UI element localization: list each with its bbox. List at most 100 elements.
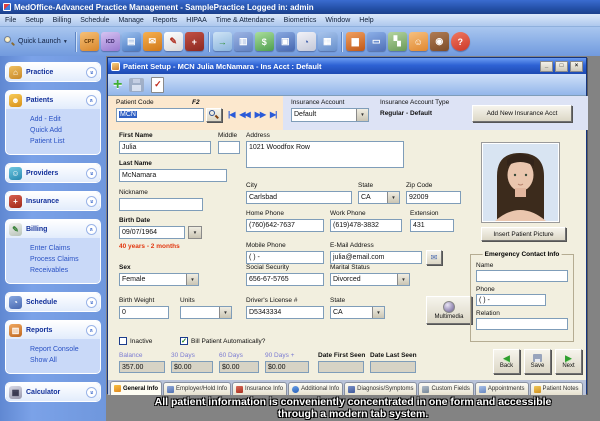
icd-codes-icon[interactable]: ICD [101, 32, 120, 51]
sidebar-header-patients[interactable]: ☻ Patients » [6, 91, 100, 109]
emergency-phone-input[interactable]: ( ) - [476, 294, 546, 306]
tasks-icon[interactable]: ✓ [151, 77, 164, 93]
birth-date-input[interactable]: 09/07/1964 [119, 226, 185, 239]
zip-code-input[interactable]: 92009 [406, 191, 461, 204]
first-name-input[interactable]: Julia [119, 141, 211, 154]
emergency-name-input[interactable] [476, 270, 568, 282]
close-button[interactable]: × [570, 61, 583, 72]
chevron-up-icon[interactable]: » [86, 95, 97, 106]
middle-input[interactable] [218, 141, 240, 154]
network-users-icon[interactable]: ▚ [388, 32, 407, 51]
drivers-license-input[interactable]: D5343334 [246, 306, 324, 319]
address-input[interactable]: 1021 Woodfox Row [246, 141, 404, 168]
sidebar-item-add-edit[interactable]: Add - Edit [30, 116, 100, 123]
sidebar-header-billing[interactable]: ✎ Billing » [6, 220, 100, 238]
last-name-input[interactable]: McNamara [119, 169, 227, 182]
email-input[interactable]: julia@email.com [330, 251, 422, 264]
sidebar-header-schedule[interactable]: ◔ Schedule » [6, 293, 100, 311]
menu-biometrics[interactable]: Biometrics [284, 17, 317, 24]
messages-icon[interactable]: ✉ [143, 32, 162, 51]
medical-kit-icon[interactable]: + [185, 32, 204, 51]
menu-help[interactable]: Help [359, 17, 373, 24]
reports-chart-icon[interactable]: ▆ [346, 32, 365, 51]
next-button[interactable]: ▶ Next [555, 349, 582, 374]
tab-general-info[interactable]: General Info [110, 381, 162, 395]
tab-employer-hold-info[interactable]: Employer/Hold Info [163, 382, 231, 395]
cpt-codes-icon[interactable]: CPT [80, 32, 99, 51]
save-icon[interactable] [129, 78, 144, 92]
sidebar-header-calculator[interactable]: ▦ Calculator » [6, 383, 100, 401]
marital-status-select[interactable]: Divorced ▼ [330, 273, 410, 286]
sidebar-header-insurance[interactable]: + Insurance » [6, 192, 100, 210]
patient-search-button[interactable] [206, 108, 222, 122]
patient-record-icon[interactable]: ▤ [122, 32, 141, 51]
quick-launch-dropdown-icon[interactable]: ▼ [63, 39, 68, 45]
sidebar-item-report-console[interactable]: Report Console [30, 346, 100, 353]
patient-code-input[interactable]: MCN [116, 108, 204, 122]
multimedia-button[interactable]: Multimedia [426, 296, 472, 324]
sex-select[interactable]: Female ▼ [119, 273, 199, 286]
menu-setup[interactable]: Setup [25, 17, 43, 24]
birth-date-dropdown-button[interactable]: ▼ [188, 226, 202, 239]
tab-insurance-info[interactable]: Insurance Info [232, 382, 287, 395]
chevron-up-icon[interactable]: » [86, 224, 97, 235]
search-icon[interactable] [4, 36, 15, 47]
tab-patient-notes[interactable]: Patient Notes [530, 382, 583, 395]
charting-icon[interactable]: ✎ [164, 32, 183, 51]
quick-launch-label[interactable]: Quick Launch [18, 38, 61, 45]
menu-time-attendance[interactable]: Time & Attendance [216, 17, 275, 24]
units-select[interactable]: ▼ [180, 306, 232, 319]
sidebar-item-process-claims[interactable]: Process Claims [30, 256, 100, 263]
statements-icon[interactable]: $ [255, 32, 274, 51]
tab-diagnosis-symptoms[interactable]: Diagnosis/Symptoms [344, 382, 417, 395]
state-select[interactable]: CA ▼ [358, 191, 400, 204]
chevron-down-icon[interactable]: » [86, 67, 97, 78]
tab-appointments[interactable]: Appointments [475, 382, 529, 395]
billing-station-icon[interactable]: ▥ [234, 32, 253, 51]
insurance-account-select[interactable]: Default ▼ [291, 108, 369, 122]
biometrics-icon[interactable]: ◉ [430, 32, 449, 51]
city-input[interactable]: Carlsbad [246, 191, 352, 204]
back-button[interactable]: ◀ Back [493, 349, 520, 374]
mobile-phone-input[interactable]: ( ) - [246, 251, 324, 264]
emergency-relation-input[interactable] [476, 318, 568, 330]
send-email-button[interactable]: ✉ [426, 250, 442, 265]
sidebar-item-enter-claims[interactable]: Enter Claims [30, 245, 100, 252]
schedule-grid-icon[interactable]: ▦ [318, 32, 337, 51]
insert-patient-picture-button[interactable]: Insert Patient Picture [481, 227, 566, 241]
nav-next-button[interactable]: ▶▶ [255, 110, 265, 119]
sidebar-item-patient-list[interactable]: Patient List [30, 138, 100, 145]
save-button[interactable]: Save [524, 349, 551, 374]
menu-hipaa[interactable]: HIPAA [186, 17, 207, 24]
tab-additional-info[interactable]: Additional Info [288, 382, 343, 395]
sidebar-item-quick-add[interactable]: Quick Add [30, 127, 100, 134]
menu-window[interactable]: Window [325, 17, 350, 24]
nav-prev-button[interactable]: ◀◀ [239, 110, 249, 119]
nav-first-button[interactable]: |◀ [228, 110, 234, 119]
nav-last-button[interactable]: ▶| [270, 110, 276, 119]
add-insurance-acct-button[interactable]: Add New Insurance Acct [472, 105, 572, 122]
sidebar-header-providers[interactable]: ☺ Providers » [6, 164, 100, 182]
chevron-down-icon[interactable]: » [86, 196, 97, 207]
maximize-button[interactable]: □ [555, 61, 568, 72]
add-patient-icon[interactable]: + [113, 77, 122, 93]
home-phone-input[interactable]: (760)642-7637 [246, 219, 324, 232]
menu-manage[interactable]: Manage [118, 17, 143, 24]
workstation-icon[interactable]: ▭ [367, 32, 386, 51]
nickname-input[interactable] [119, 198, 203, 211]
menu-reports[interactable]: Reports [153, 17, 178, 24]
work-phone-input[interactable]: (619)478-3832 [330, 219, 402, 232]
transport-icon[interactable]: ▣ [276, 32, 295, 51]
minimize-button[interactable]: _ [540, 61, 553, 72]
patient-referral-icon[interactable]: → [213, 32, 232, 51]
extension-input[interactable]: 431 [410, 219, 454, 232]
chevron-down-icon[interactable]: » [86, 387, 97, 398]
sidebar-header-practice[interactable]: ⌂ Practice » [6, 63, 100, 81]
inactive-checkbox[interactable]: Inactive [119, 337, 152, 345]
menu-billing[interactable]: Billing [53, 17, 72, 24]
sidebar-header-reports[interactable]: ▥ Reports » [6, 321, 100, 339]
ssn-input[interactable]: 656-67-5765 [246, 273, 324, 286]
menu-schedule[interactable]: Schedule [80, 17, 109, 24]
tab-custom-fields[interactable]: Custom Fields [418, 382, 473, 395]
user-edit-icon[interactable]: ☺ [409, 32, 428, 51]
